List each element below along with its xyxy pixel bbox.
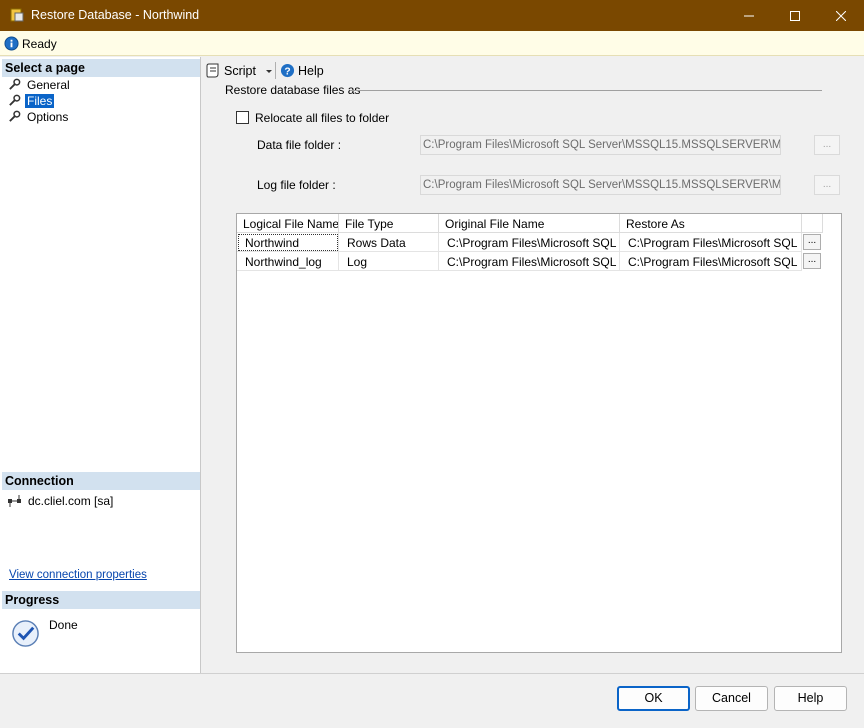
relocate-label[interactable]: Relocate all files to folder xyxy=(255,111,389,125)
table-row[interactable]: Northwind_log Log C:\Program Files\Micro… xyxy=(237,252,823,271)
cell-restore-as[interactable]: C:\Program Files\Microsoft SQL ... xyxy=(620,233,802,252)
log-folder-label: Log file folder : xyxy=(257,178,336,192)
log-folder-field[interactable]: C:\Program Files\Microsoft SQL Server\MS… xyxy=(420,175,781,195)
sidebar-item-label: Options xyxy=(27,109,69,124)
column-header-file-type[interactable]: File Type xyxy=(339,214,439,233)
sidebar-item-general[interactable]: General xyxy=(8,77,72,92)
ok-button[interactable]: OK xyxy=(617,686,690,711)
log-folder-browse-button[interactable]: ... xyxy=(814,175,840,195)
data-folder-label: Data file folder : xyxy=(257,138,342,152)
sidebar-item-options[interactable]: Options xyxy=(8,109,70,124)
script-label: Script xyxy=(224,63,256,78)
column-header-restore-as[interactable]: Restore As xyxy=(620,214,802,233)
wrench-icon xyxy=(9,94,21,106)
cell-file-type[interactable]: Rows Data xyxy=(339,233,439,252)
cancel-button[interactable]: Cancel xyxy=(695,686,768,711)
script-button[interactable]: Script xyxy=(206,63,274,78)
dialog-footer: OK Cancel Help xyxy=(0,673,864,728)
relocate-checkbox[interactable] xyxy=(236,111,249,124)
group-title: Restore database files as xyxy=(225,83,361,97)
grid-header: Logical File Name File Type Original Fil… xyxy=(237,214,841,233)
cell-original-name[interactable]: C:\Program Files\Microsoft SQL ... xyxy=(439,252,620,271)
progress-status: Done xyxy=(49,618,78,632)
toolbar-separator xyxy=(275,62,276,79)
help-label: Help xyxy=(298,63,324,78)
select-page-header: Select a page xyxy=(2,59,200,77)
cell-logical-name[interactable]: Northwind xyxy=(237,233,339,252)
help-toolbar-button[interactable]: ? Help xyxy=(280,63,324,78)
cell-restore-as[interactable]: C:\Program Files\Microsoft SQL ... xyxy=(620,252,802,271)
sql-server-app-icon xyxy=(10,8,24,22)
files-grid[interactable]: Logical File Name File Type Original Fil… xyxy=(236,213,842,653)
cell-file-type[interactable]: Log xyxy=(339,252,439,271)
column-header-original-name[interactable]: Original File Name xyxy=(439,214,620,233)
sidebar-item-label: General xyxy=(27,77,70,92)
column-header-browse xyxy=(802,214,823,233)
svg-text:?: ? xyxy=(284,66,290,77)
script-icon xyxy=(206,63,219,78)
title-bar: Restore Database - Northwind xyxy=(0,0,864,31)
help-icon: ? xyxy=(280,63,295,77)
wrench-icon xyxy=(9,110,21,122)
server-connection-icon xyxy=(8,495,21,507)
cell-logical-name[interactable]: Northwind_log xyxy=(237,252,339,271)
data-folder-field[interactable]: C:\Program Files\Microsoft SQL Server\MS… xyxy=(420,135,781,155)
checkmark-done-icon xyxy=(12,620,39,647)
data-folder-browse-button[interactable]: ... xyxy=(814,135,840,155)
window-title: Restore Database - Northwind xyxy=(31,8,200,22)
table-row[interactable]: Northwind Rows Data C:\Program Files\Mic… xyxy=(237,233,823,252)
progress-header: Progress xyxy=(2,591,200,609)
status-bar: Ready xyxy=(0,31,864,56)
close-icon xyxy=(836,10,846,21)
connection-header: Connection xyxy=(2,472,200,490)
dropdown-arrow-icon xyxy=(265,69,272,73)
maximize-icon xyxy=(790,10,800,21)
help-button[interactable]: Help xyxy=(774,686,847,711)
row-browse-button[interactable]: ... xyxy=(803,234,821,250)
view-connection-properties-link[interactable]: View connection properties xyxy=(9,569,147,581)
row-browse-button[interactable]: ... xyxy=(803,253,821,269)
sidebar-item-files[interactable]: Files xyxy=(8,93,55,108)
column-header-logical-name[interactable]: Logical File Name xyxy=(237,214,339,233)
sidebar-item-label: Files xyxy=(25,93,55,108)
connection-value: dc.cliel.com [sa] xyxy=(28,494,114,508)
page-selector-pane: Select a page General Files Options Conn… xyxy=(0,57,201,673)
files-page: Script ? Help Restore database files as … xyxy=(202,57,864,673)
group-divider xyxy=(350,90,822,91)
minimize-button[interactable] xyxy=(726,0,772,31)
info-icon xyxy=(4,36,19,51)
wrench-icon xyxy=(9,78,21,90)
connection-info: dc.cliel.com [sa] xyxy=(7,494,113,508)
maximize-button[interactable] xyxy=(772,0,818,31)
minimize-icon xyxy=(744,15,754,16)
status-text: Ready xyxy=(22,37,57,51)
cell-original-name[interactable]: C:\Program Files\Microsoft SQL ... xyxy=(439,233,620,252)
close-button[interactable] xyxy=(818,0,864,31)
